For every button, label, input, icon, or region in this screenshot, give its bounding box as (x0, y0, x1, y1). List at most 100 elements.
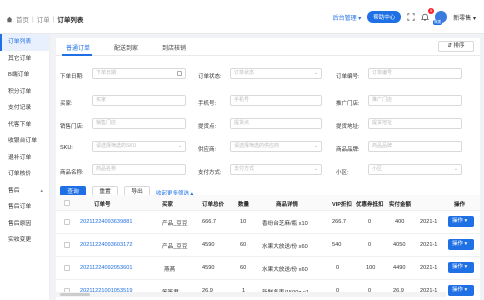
notification-badge: 5 (428, 8, 435, 14)
store-switcher[interactable]: 新零售 ▾ (453, 13, 476, 22)
order-date-label: 下单日期: (60, 74, 84, 80)
sidebar-item-order-pricing[interactable]: 订单核价 (0, 166, 49, 183)
table-header: 订单号 买家 订单总价 数量 商品详情 VIP折扣 优惠券抵扣 实付金额 操作 (56, 195, 480, 211)
supplier-select[interactable]: 请选择筛选的供应商 ⌄ (230, 141, 322, 152)
coupon-cell: 0 (368, 242, 372, 248)
fullscreen-icon[interactable] (407, 13, 415, 21)
phone-label: 手机号: (198, 101, 217, 107)
home-icon[interactable] (6, 16, 13, 23)
order-number-input[interactable]: 订单编号 (368, 68, 462, 79)
pickup-point-input[interactable]: 提货点 (230, 118, 322, 129)
brand-label: 商品品牌: (336, 147, 360, 153)
sidebar-item-place-order-for-customer[interactable]: 代客下单 (0, 117, 49, 134)
row-actions-button[interactable]: 操作 ▾ (448, 262, 474, 273)
main-panel: 普通订单 配送到家 到店核销 ⇵ 排序 下单日期: 下单日期 订单状态: 订单状… (56, 38, 480, 300)
qty-cell: 60 (240, 265, 247, 271)
order-number-link[interactable]: 20211224093603172 (80, 242, 132, 248)
row-actions-button[interactable]: 操作 ▾ (448, 239, 474, 250)
chevron-down-icon: ⌄ (313, 166, 318, 172)
paid-cell: 4490 (393, 265, 406, 271)
community-label: 小区: (336, 170, 349, 176)
row-checkbox[interactable] (64, 219, 70, 225)
tab-normal-orders[interactable]: 普通订单 (66, 43, 90, 52)
tab-in-store-pickup[interactable]: 到店核销 (162, 43, 186, 52)
buyer-input[interactable]: 买家 (92, 95, 186, 106)
col-order-no: 订单号 (94, 202, 111, 208)
table-row: 20211221001053519 笨笨君 26.9 1 新鲜冬枣/1500g … (56, 280, 480, 300)
row-checkbox[interactable] (64, 265, 70, 271)
breadcrumb-separator: | (32, 15, 34, 23)
chevron-down-icon: ⌄ (177, 143, 182, 149)
sidebar: 订单列表 其它订单 B端订单 积分订单 支付记录 代客下单 收银台订单 退补订单… (0, 34, 50, 300)
buyer-cell: 产品_豆豆 (162, 221, 188, 227)
order-number-link[interactable]: 20211224092053601 (80, 265, 132, 271)
sidebar-item-after-sales-orders[interactable]: 售后订单 (0, 199, 49, 216)
sort-button[interactable]: ⇵ 排序 (438, 41, 474, 52)
product-name-label: 商品名称: (60, 170, 84, 176)
col-paid: 实付金额 (389, 202, 412, 208)
qty-cell: 10 (240, 219, 247, 225)
order-number-link[interactable]: 20211224093639881 (80, 219, 132, 225)
total-cell: 666.7 (202, 219, 216, 225)
total-cell: 4590 (202, 265, 215, 271)
coupon-cell: 0 (368, 219, 372, 225)
paid-cell: 4050 (393, 242, 406, 248)
sidebar-group-after-sales[interactable]: 售后 ▴ (0, 183, 49, 200)
phone-input[interactable]: 手机号 (230, 95, 322, 106)
coupon-cell: 100 (366, 265, 376, 271)
notification-bell[interactable]: 5 (421, 8, 435, 21)
col-qty: 数量 (238, 202, 250, 208)
buyer-cell: 燕燕 (164, 267, 176, 273)
sales-store-input[interactable]: 销售门店 (92, 118, 186, 129)
top-bar: 首页 | 订单 | 订单列表 后台管理 ▾ 帮助中心 5 概要 新零售 ▾ (0, 0, 484, 34)
buyer-cell: 产品_豆豆 (162, 244, 188, 250)
row-actions-button[interactable]: 操作 ▾ (448, 216, 474, 227)
tab-home-delivery[interactable]: 配送到家 (114, 43, 138, 52)
detail-cell: 香纷台芝麻/瓶 x10 (262, 221, 308, 227)
promoter-store-label: 推广门店: (336, 101, 360, 107)
admin-menu[interactable]: 后台管理 ▾ (333, 13, 362, 22)
order-date-field[interactable]: 下单日期 (92, 68, 186, 79)
sidebar-item-payment-records[interactable]: 支付记录 (0, 100, 49, 117)
avatar[interactable]: 概要 (433, 11, 448, 25)
breadcrumb-orders[interactable]: 订单 (37, 14, 50, 24)
sidebar-item-cashier-orders[interactable]: 收银台订单 (0, 133, 49, 150)
order-status-select[interactable]: 订单状态 ⌄ (230, 68, 322, 79)
bell-icon (421, 13, 430, 21)
row-checkbox[interactable] (64, 242, 70, 248)
sidebar-item-b2b-orders[interactable]: B端订单 (0, 67, 49, 84)
breadcrumb-separator: | (52, 15, 55, 23)
detail-cell: 水果大放送/份 x60 (262, 244, 308, 250)
community-select[interactable]: 小区 ⌄ (368, 164, 462, 175)
promoter-store-input[interactable]: 推广门店 (368, 95, 462, 106)
vip-cell: 540 (332, 242, 342, 248)
sku-select[interactable]: 请选择筛选的SKU ⌄ (92, 141, 186, 152)
col-total: 订单总价 (202, 202, 225, 208)
sidebar-item-order-list[interactable]: 订单列表 (0, 34, 49, 51)
sidebar-item-refund-orders[interactable]: 退补订单 (0, 150, 49, 167)
scrollbar-thumb[interactable] (60, 293, 90, 296)
sidebar-item-other-orders[interactable]: 其它订单 (0, 51, 49, 68)
help-center-button[interactable]: 帮助中心 (367, 11, 402, 23)
paid-cell: 400 (395, 219, 405, 225)
pickup-address-input[interactable]: 提货地址 (368, 118, 462, 129)
breadcrumb-home[interactable]: 首页 (16, 14, 29, 24)
sidebar-item-after-sales-reasons[interactable]: 售后原因 (0, 216, 49, 233)
product-name-input[interactable]: 商品名称 (92, 164, 186, 175)
pickup-point-label: 提货点: (198, 124, 217, 130)
sidebar-item-points-orders[interactable]: 积分订单 (0, 84, 49, 101)
qty-cell: 60 (240, 242, 247, 248)
payment-method-select[interactable]: 支付方式 ⌄ (230, 164, 322, 175)
sidebar-item-receipt-changes[interactable]: 实收变更 (0, 232, 49, 249)
vip-cell: 0 (336, 265, 340, 271)
top-right-actions: 后台管理 ▾ 帮助中心 5 概要 新零售 ▾ (333, 8, 476, 25)
date-cell: 2021-1 (420, 219, 438, 225)
vip-cell: 266.7 (332, 219, 346, 225)
date-cell: 2021-1 (420, 242, 438, 248)
col-vip-discount: VIP折扣 (332, 202, 352, 208)
row-actions-button[interactable]: 操作 ▾ (448, 285, 474, 296)
brand-input[interactable]: 商品品牌 (368, 141, 462, 152)
select-all-checkbox[interactable] (64, 200, 70, 206)
horizontal-scrollbar[interactable] (56, 292, 446, 297)
breadcrumb-current: 订单列表 (57, 17, 84, 24)
